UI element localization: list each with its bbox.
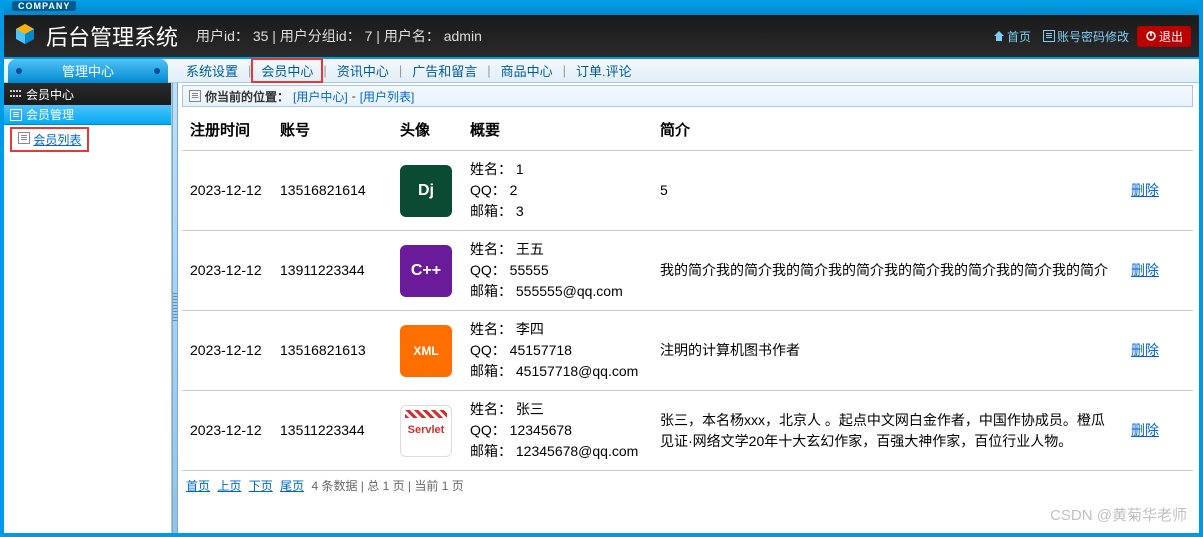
menu-item-3[interactable]: 广告和留言: [402, 61, 487, 80]
sidebar-header: 会员中心: [4, 83, 171, 105]
change-password-link[interactable]: 账号密码修改: [1039, 26, 1133, 47]
cell-action: 删除: [1123, 231, 1193, 311]
system-title: 后台管理系统: [46, 20, 178, 52]
col-header: 概要: [462, 109, 652, 151]
doc-icon: [10, 109, 22, 121]
menu-item-5[interactable]: 订单.评论: [566, 61, 642, 80]
menu-item-1[interactable]: 会员中心: [251, 58, 323, 83]
cell-account: 13516821613: [272, 311, 392, 391]
cell-intro: 张三，本名杨xxx，北京人 。起点中文网白金作者，中国作协成员。橙瓜见证·网络文…: [652, 391, 1123, 471]
col-header: 头像: [392, 109, 462, 151]
cell-time: 2023-12-12: [182, 391, 272, 471]
company-badge: COMPANY: [12, 1, 76, 11]
col-header: 简介: [652, 109, 1123, 151]
col-header: 账号: [272, 109, 392, 151]
table-row: 2023-12-1213911223344C++姓名： 王五QQ： 55555邮…: [182, 231, 1193, 311]
cell-summary: 姓名： 1QQ： 2邮箱： 3: [462, 151, 652, 231]
page-next[interactable]: 下页: [249, 479, 273, 493]
menu-bar: 管理中心 系统设置|会员中心|资讯中心|广告和留言|商品中心|订单.评论: [4, 59, 1199, 83]
content-area: 你当前的位置： [用户中心]-[用户列表] 注册时间账号头像概要简介 2023-…: [178, 83, 1199, 533]
window-titlebar: COMPANY: [4, 0, 1199, 15]
home-icon: [993, 30, 1005, 42]
logout-button[interactable]: 退出: [1137, 26, 1191, 47]
cell-summary: 姓名： 王五QQ： 55555邮箱： 555555@qq.com: [462, 231, 652, 311]
cell-time: 2023-12-12: [182, 311, 272, 391]
sidebar: 会员中心 会员管理 会员列表: [4, 83, 172, 533]
cell-time: 2023-12-12: [182, 151, 272, 231]
menu-item-4[interactable]: 商品中心: [491, 61, 563, 80]
avatar: XML: [400, 325, 452, 377]
delete-link[interactable]: 删除: [1131, 182, 1159, 198]
avatar: Dj: [400, 165, 452, 217]
logo-icon: [12, 23, 38, 49]
doc-icon: [18, 132, 30, 144]
app-header: 后台管理系统 用户id： 35 | 用户分组id： 7 | 用户名： admin…: [4, 15, 1199, 59]
home-link[interactable]: 首页: [989, 26, 1035, 47]
table-row: 2023-12-1213516821613XML姓名： 李四QQ： 451577…: [182, 311, 1193, 391]
cell-account: 13911223344: [272, 231, 392, 311]
sidebar-item-member-list[interactable]: 会员列表: [10, 127, 89, 152]
breadcrumb: 你当前的位置： [用户中心]-[用户列表]: [182, 85, 1193, 107]
cell-avatar: C++: [392, 231, 462, 311]
col-header: 注册时间: [182, 109, 272, 151]
cell-summary: 姓名： 李四QQ： 45157718邮箱： 45157718@qq.com: [462, 311, 652, 391]
menu-item-2[interactable]: 资讯中心: [327, 61, 399, 80]
cell-account: 13511223344: [272, 391, 392, 471]
grid-icon: [10, 90, 22, 98]
cell-avatar: XML: [392, 311, 462, 391]
page-last[interactable]: 尾页: [280, 479, 304, 493]
doc-icon: [1043, 30, 1055, 42]
delete-link[interactable]: 删除: [1131, 342, 1159, 358]
cell-intro: 我的简介我的简介我的简介我的简介我的简介我的简介我的简介我的简介: [652, 231, 1123, 311]
sidebar-section-members[interactable]: 会员管理: [4, 105, 171, 125]
cell-action: 删除: [1123, 311, 1193, 391]
page-info: 4 条数据 | 总 1 页 | 当前 1 页: [311, 479, 463, 493]
delete-link[interactable]: 删除: [1131, 422, 1159, 438]
cell-action: 删除: [1123, 391, 1193, 471]
pagination: 首页 上页 下页 尾页 4 条数据 | 总 1 页 | 当前 1 页: [182, 471, 1193, 500]
col-header: [1123, 109, 1193, 151]
cell-account: 13516821614: [272, 151, 392, 231]
page-first[interactable]: 首页: [186, 479, 210, 493]
cell-action: 删除: [1123, 151, 1193, 231]
avatar: C++: [400, 245, 452, 297]
cell-intro: 注明的计算机图书作者: [652, 311, 1123, 391]
avatar: Servlet: [400, 405, 452, 457]
member-table: 注册时间账号头像概要简介 2023-12-1213516821614Dj姓名： …: [182, 109, 1193, 471]
page-prev[interactable]: 上页: [217, 479, 241, 493]
menu-item-0[interactable]: 系统设置: [176, 61, 248, 80]
admin-tab[interactable]: 管理中心: [8, 59, 168, 83]
cell-avatar: Servlet: [392, 391, 462, 471]
table-row: 2023-12-1213511223344Servlet姓名： 张三QQ： 12…: [182, 391, 1193, 471]
doc-icon: [189, 90, 201, 102]
power-icon: [1145, 30, 1157, 42]
cell-intro: 5: [652, 151, 1123, 231]
delete-link[interactable]: 删除: [1131, 262, 1159, 278]
cell-summary: 姓名： 张三QQ： 12345678邮箱： 12345678@qq.com: [462, 391, 652, 471]
cell-time: 2023-12-12: [182, 231, 272, 311]
cell-avatar: Dj: [392, 151, 462, 231]
table-row: 2023-12-1213516821614Dj姓名： 1QQ： 2邮箱： 35删…: [182, 151, 1193, 231]
user-info: 用户id： 35 | 用户分组id： 7 | 用户名： admin: [196, 26, 482, 46]
